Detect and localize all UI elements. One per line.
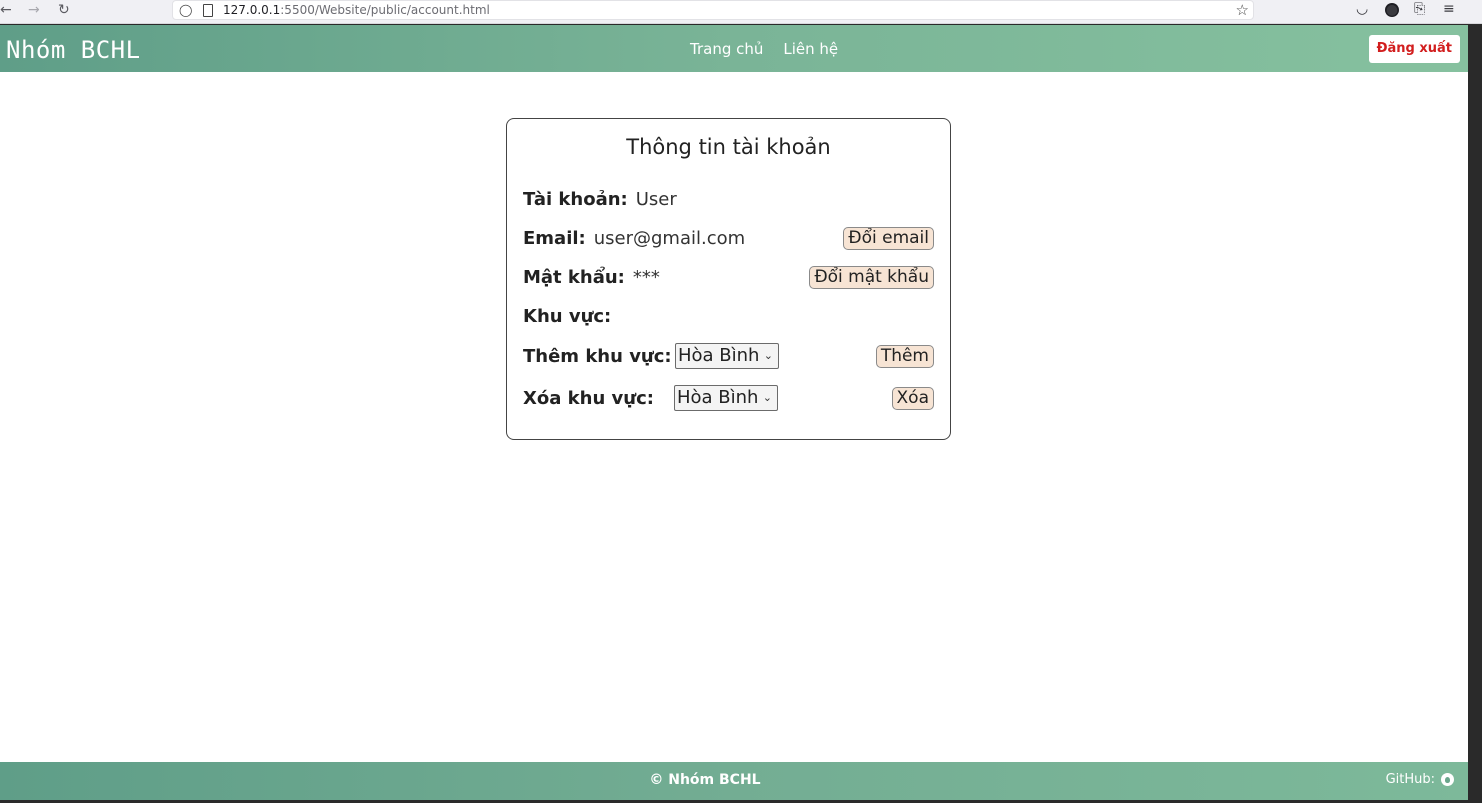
add-region-row: Thêm khu vực: Hòa Bình ⌄ Thêm	[523, 341, 934, 371]
github-link[interactable]: GitHub:	[1386, 772, 1454, 787]
page-viewport: Nhóm BCHL Trang chủ Liên hệ Đăng xuất Th…	[0, 25, 1468, 800]
account-value: User	[635, 188, 677, 210]
menu-icon[interactable]: ≡	[1443, 1, 1455, 17]
remove-region-select[interactable]: Hòa Bình ⌄	[674, 385, 778, 411]
card-title: Thông tin tài khoản	[626, 135, 831, 159]
account-icon[interactable]: ●	[1385, 3, 1399, 17]
account-info-card: Thông tin tài khoản Tài khoản: User Emai…	[506, 118, 951, 440]
password-label: Mật khẩu:	[523, 266, 625, 288]
remove-region-selected: Hòa Bình	[677, 387, 759, 408]
shield-icon[interactable]: ◯	[179, 3, 192, 17]
region-label: Khu vực:	[523, 305, 612, 327]
window-edge	[1468, 25, 1482, 803]
email-row: Email: user@gmail.com Đổi email	[523, 223, 934, 253]
add-region-select[interactable]: Hòa Bình ⌄	[675, 343, 779, 369]
password-row: Mật khẩu: *** Đổi mật khẩu	[523, 262, 934, 292]
nav-contact-link[interactable]: Liên hệ	[783, 40, 838, 58]
forward-icon[interactable]: →	[28, 2, 40, 18]
page-icon	[203, 4, 213, 17]
reload-icon[interactable]: ↻	[58, 2, 70, 18]
password-value: ***	[632, 266, 660, 288]
email-label: Email:	[523, 227, 586, 249]
address-bar[interactable]: ◯ 127.0.0.1:5500/Website/public/account.…	[172, 0, 1254, 20]
change-email-button[interactable]: Đổi email	[843, 226, 934, 250]
url-text[interactable]: 127.0.0.1:5500/Website/public/account.ht…	[223, 3, 490, 17]
copyright-text: © Nhóm BCHL	[649, 772, 761, 788]
star-icon[interactable]: ☆	[1236, 1, 1249, 19]
browser-toolbar: ← → ↻ ◯ 127.0.0.1:5500/Website/public/ac…	[0, 0, 1482, 24]
add-region-label: Thêm khu vực:	[523, 345, 672, 367]
github-label: GitHub:	[1385, 772, 1435, 787]
chevron-down-icon: ⌄	[763, 349, 773, 362]
top-nav: Trang chủ Liên hệ	[690, 40, 838, 58]
github-icon[interactable]	[1441, 773, 1454, 786]
back-icon[interactable]: ←	[0, 2, 12, 18]
chevron-down-icon: ⌄	[762, 391, 772, 404]
logout-button[interactable]: Đăng xuất	[1368, 35, 1460, 63]
brand-logo[interactable]: Nhóm BCHL	[6, 36, 141, 64]
account-row: Tài khoản: User	[523, 184, 934, 214]
nav-home-link[interactable]: Trang chủ	[690, 40, 763, 58]
pocket-icon[interactable]: ◡	[1356, 1, 1368, 17]
account-label: Tài khoản:	[523, 188, 628, 210]
remove-region-row: Xóa khu vực: Hòa Bình ⌄ Xóa	[523, 383, 934, 413]
url-host: 127.0.0.1	[223, 3, 281, 17]
remove-region-label: Xóa khu vực:	[523, 387, 654, 409]
email-value: user@gmail.com	[593, 227, 746, 249]
site-footer: © Nhóm BCHL GitHub:	[0, 762, 1468, 800]
region-row: Khu vực:	[523, 301, 934, 331]
url-path: :5500/Website/public/account.html	[280, 3, 490, 17]
change-password-button[interactable]: Đổi mật khẩu	[809, 265, 934, 289]
site-header: Nhóm BCHL Trang chủ Liên hệ Đăng xuất	[0, 25, 1468, 72]
remove-region-button[interactable]: Xóa	[891, 386, 934, 410]
extensions-icon[interactable]: ⎘	[1414, 1, 1425, 17]
add-region-selected: Hòa Bình	[678, 345, 760, 366]
add-region-button[interactable]: Thêm	[875, 344, 934, 368]
